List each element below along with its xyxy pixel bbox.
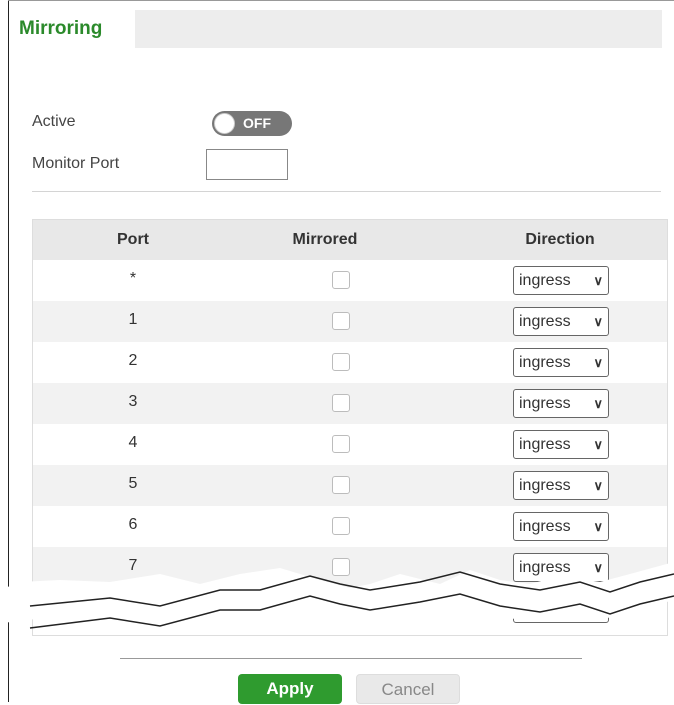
chevron-down-icon: ∨ [593,478,603,493]
table-row: 5 ingress ∨ [33,465,667,506]
mirrored-checkbox[interactable] [332,312,350,330]
direction-select[interactable]: ingress ∨ [513,389,609,418]
direction-value: ingress [519,436,571,453]
direction-select[interactable]: ingress ∨ [513,471,609,500]
direction-value: ingress [519,395,571,412]
port-cell: 1 [128,311,138,328]
mirrored-checkbox[interactable] [332,353,350,371]
header-direction: Direction [525,231,595,248]
port-cell: 6 [128,516,138,533]
direction-select[interactable]: ingress ∨ [513,266,609,295]
header-mirrored: Mirrored [292,231,358,248]
port-cell: 4 [128,434,138,451]
table-row: 6 ingress ∨ [33,506,667,547]
port-cell: * [129,270,137,287]
direction-value: ingress [519,354,571,371]
table-row: 2 ingress ∨ [33,342,667,383]
table-row: 4 ingress ∨ [33,424,667,465]
port-cell: 3 [128,393,138,410]
apply-button[interactable]: Apply [238,674,342,704]
section-divider [32,191,661,192]
direction-select[interactable]: ingress ∨ [513,512,609,541]
active-label: Active [32,113,76,130]
table-row: 1 ingress ∨ [33,301,667,342]
chevron-down-icon: ∨ [593,519,603,534]
footer-divider [120,658,582,659]
mirrored-checkbox[interactable] [332,394,350,412]
toggle-state-text: OFF [243,115,271,131]
tab-mirroring[interactable]: Mirroring [9,10,135,48]
table-row: * ingress ∨ [33,260,667,301]
direction-select[interactable]: ingress ∨ [513,307,609,336]
mirrored-checkbox[interactable] [332,435,350,453]
chevron-down-icon: ∨ [593,273,603,288]
direction-value: ingress [519,313,571,330]
active-toggle[interactable]: OFF [212,111,292,136]
direction-value: ingress [519,518,571,535]
frame-top-border [8,0,674,1]
direction-select[interactable]: ingress ∨ [513,348,609,377]
direction-value: ingress [519,477,571,494]
table-row: 3 ingress ∨ [33,383,667,424]
port-cell: 5 [128,475,138,492]
port-cell: 2 [128,352,138,369]
chevron-down-icon: ∨ [593,396,603,411]
header-port: Port [117,231,149,248]
chevron-down-icon: ∨ [593,437,603,452]
mirrored-checkbox[interactable] [332,476,350,494]
direction-select[interactable]: ingress ∨ [513,430,609,459]
direction-value: ingress [519,272,571,289]
mirrored-checkbox[interactable] [332,517,350,535]
mirrored-checkbox[interactable] [332,271,350,289]
truncation-break-mark [0,562,674,629]
chevron-down-icon: ∨ [593,314,603,329]
cancel-button[interactable]: Cancel [356,674,460,704]
monitor-port-label: Monitor Port [32,155,120,172]
toggle-knob [214,113,235,134]
chevron-down-icon: ∨ [593,355,603,370]
monitor-port-input[interactable] [206,149,288,180]
